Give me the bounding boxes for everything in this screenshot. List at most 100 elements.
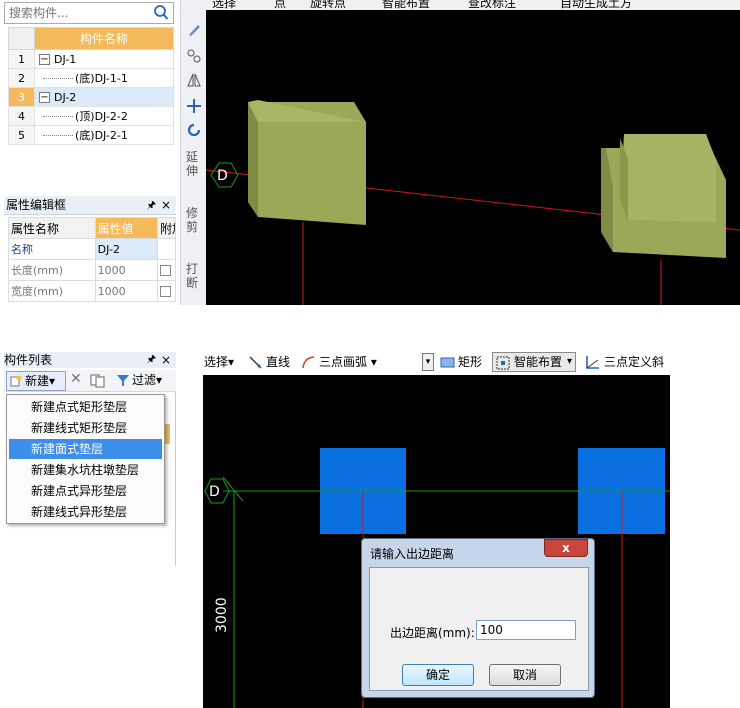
collapse-icon[interactable]: − [39, 54, 50, 65]
property-name-header: 属性名称 [8, 217, 96, 239]
tree-item[interactable]: (底)DJ-2-1 [34, 125, 174, 145]
tree-connector [43, 108, 73, 117]
smart-layout-button[interactable]: 智能布置 ▾ [492, 352, 576, 372]
search-input[interactable] [7, 4, 147, 22]
footing-dj2[interactable] [601, 134, 726, 258]
dimension-label: 3000 [214, 597, 230, 633]
tree-item[interactable]: − DJ-1 [34, 49, 174, 69]
arc-label: 三点画弧 [319, 355, 368, 369]
extend-tool[interactable]: 延伸 [186, 150, 200, 194]
select-tool[interactable]: 选择▾ [204, 354, 234, 370]
property-value[interactable]: DJ-2 [94, 238, 159, 260]
axis-label: D [209, 484, 220, 500]
menu-item[interactable]: 新建线式矩形垫层 [9, 418, 162, 438]
row-index: 5 [8, 125, 35, 145]
top-toolbar-strip: 选择 点 旋转点 智能布置 查改标注 自动生成土方 [206, 0, 740, 10]
property-value-header: 属性值 [94, 217, 159, 239]
row-index: 3 [8, 87, 35, 107]
filter-label: 过滤 [132, 373, 157, 387]
collapse-icon[interactable]: − [39, 92, 50, 103]
arc-tool[interactable]: 三点画弧 ▾ [319, 354, 377, 370]
rotate-icon[interactable] [186, 122, 202, 138]
tree-item[interactable]: − DJ-2 [34, 87, 174, 107]
table-row[interactable]: 2 (底)DJ-1-1 [8, 68, 174, 88]
tree-item[interactable]: (顶)DJ-2-2 [34, 106, 174, 126]
property-value[interactable]: 1000 [94, 259, 159, 281]
footing-dj1[interactable] [248, 100, 366, 225]
table-row[interactable]: 长度(mm) 1000 [8, 259, 176, 281]
brush-icon[interactable] [186, 22, 202, 38]
3d-scene: D [206, 100, 740, 305]
property-name: 名称 [8, 238, 96, 260]
toolbar-select[interactable]: 选择 [212, 0, 236, 10]
toolbar-point[interactable]: 点 [274, 0, 286, 10]
offset-icon[interactable] [186, 48, 202, 64]
toolbar-smart[interactable]: 智能布置 [382, 0, 430, 10]
pin-icon[interactable]: 🖈 [147, 352, 156, 368]
dropdown-toggle[interactable]: ▾ [422, 353, 434, 371]
menu-item[interactable]: 新建点式异形垫层 [9, 481, 162, 501]
component-tree-table: 构件名称 1 − DJ-1 2 (底)DJ-1-1 3 − DJ-2 4 (顶)DJ… [8, 27, 174, 145]
rectangle-icon [440, 357, 455, 368]
checkbox[interactable] [160, 286, 171, 297]
dialog-close-button[interactable]: x [544, 539, 588, 557]
ok-button[interactable]: 确定 [402, 664, 474, 686]
chevron-down-icon: ▾ [228, 355, 235, 369]
pin-icon[interactable]: 🖈 [147, 196, 156, 215]
trim-tool[interactable]: 修剪 [186, 206, 200, 250]
menu-item[interactable]: 新建集水坑柱墩垫层 [9, 460, 162, 480]
table-row[interactable]: 5 (底)DJ-2-1 [8, 125, 174, 145]
arc-icon [302, 356, 315, 369]
filter-button[interactable]: 过滤▾ [116, 371, 162, 389]
3d-viewport[interactable]: D [206, 10, 740, 305]
table-row[interactable]: 4 (顶)DJ-2-2 [8, 106, 174, 126]
smart-layout-icon [496, 356, 510, 370]
table-row-selected[interactable]: 3 − DJ-2 [8, 87, 174, 107]
draw-toolbar: 选择▾ 直线 三点画弧 ▾ ▾ 矩形 智能布置 ▾ 三点定义斜 [203, 350, 670, 374]
property-extra[interactable] [157, 259, 176, 281]
menu-item[interactable]: 新建线式异形垫层 [9, 502, 162, 522]
toolbar-rotate-point[interactable]: 旋转点 [310, 0, 346, 10]
select-label: 选择 [204, 355, 229, 369]
tree-connector [43, 70, 73, 79]
move-icon[interactable] [186, 98, 202, 114]
property-table: 属性名称 属性值 附加 名称 DJ-2 长度(mm) 1000 宽度(mm) 1… [8, 217, 176, 302]
property-value[interactable]: 1000 [94, 280, 159, 302]
slope-tool[interactable]: 三点定义斜 [604, 354, 664, 370]
checkbox[interactable] [160, 265, 171, 276]
property-extra-header: 附加 [157, 217, 176, 239]
menu-item-highlighted[interactable]: 新建面式垫层 [9, 439, 162, 459]
search-box[interactable] [4, 2, 174, 24]
tree-item-label: DJ-2 [54, 90, 77, 104]
component-tree-panel: 构件名称 1 −DJ-1 2 (底)DJ-1-1 3 −DJ-2 4 (顶)DJ… [0, 0, 180, 305]
chevron-down-icon: ▾ [49, 374, 56, 388]
copy-icon[interactable] [90, 374, 106, 388]
toolbar-auto[interactable]: 自动生成土方 [560, 0, 632, 10]
component-list-toolbar: 新建▾ ✕ 过滤▾ [4, 370, 176, 392]
vertical-toolbar: 延伸 修剪 打断 [180, 0, 206, 305]
mirror-icon[interactable] [186, 72, 202, 88]
property-name: 长度(mm) [8, 259, 96, 281]
search-icon[interactable] [151, 4, 171, 22]
cancel-button[interactable]: 取消 [489, 664, 561, 686]
rectangle-tool[interactable]: 矩形 [458, 354, 482, 370]
break-tool[interactable]: 打断 [186, 262, 200, 306]
table-row[interactable]: 名称 DJ-2 [8, 238, 176, 260]
dialog-body: 出边距离(mm): 确定 取消 [369, 567, 589, 691]
smart-layout-label: 智能布置 [514, 355, 563, 369]
new-component-menu[interactable]: 新建点式矩形垫层 新建线式矩形垫层 新建面式垫层 新建集水坑柱墩垫层 新建点式异… [6, 394, 165, 524]
close-icon[interactable]: × [161, 352, 171, 368]
tree-item[interactable]: (底)DJ-1-1 [34, 68, 174, 88]
property-extra[interactable] [157, 280, 176, 302]
offset-distance-input[interactable] [476, 620, 576, 640]
toolbar-adjust[interactable]: 查改标注 [468, 0, 516, 10]
new-component-button[interactable]: 新建▾ [6, 371, 66, 391]
close-icon[interactable]: × [161, 196, 171, 215]
table-row[interactable]: 宽度(mm) 1000 [8, 280, 176, 302]
delete-icon[interactable]: ✕ [70, 371, 82, 387]
table-row[interactable]: 1 − DJ-1 [8, 49, 174, 69]
component-list-title: 构件列表 [4, 353, 53, 367]
menu-item[interactable]: 新建点式矩形垫层 [9, 397, 162, 417]
line-tool[interactable]: 直线 [266, 354, 290, 370]
tree-item-label: DJ-1 [54, 52, 77, 66]
